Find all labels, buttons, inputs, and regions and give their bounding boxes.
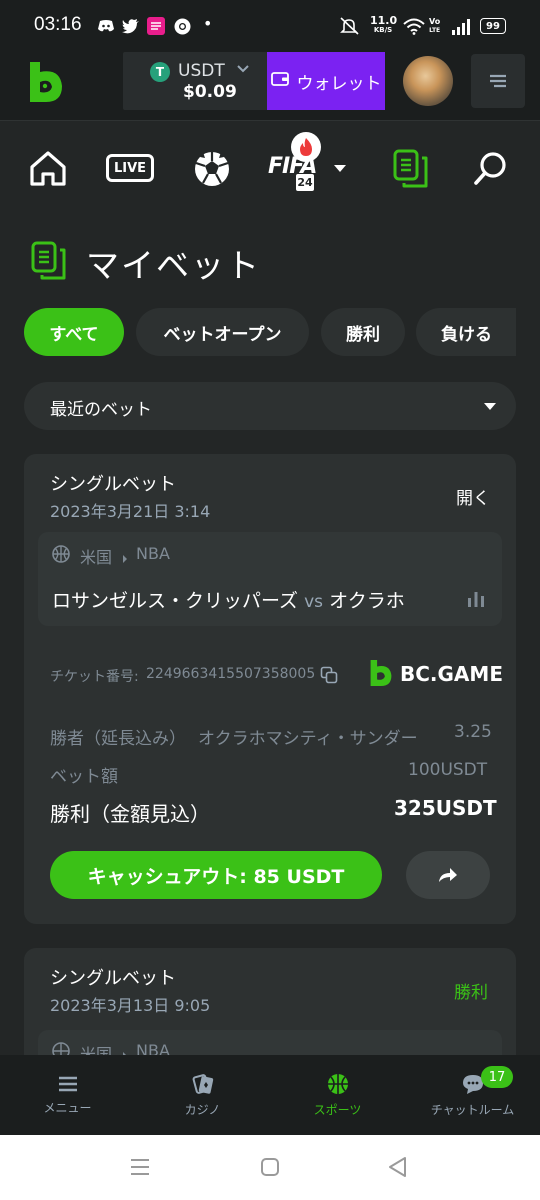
soccer-ball-icon[interactable]	[192, 149, 232, 189]
bet-card: シングルベット 2023年3月21日 3:14 開く 米国 NBA ロサンゼルス…	[24, 454, 516, 924]
select-caret-icon	[482, 398, 498, 414]
search-icon[interactable]	[472, 150, 510, 188]
live-label: LIVE	[113, 160, 147, 176]
volte-top: Vo	[429, 17, 441, 26]
home-icon[interactable]	[28, 150, 68, 188]
bet-status-open[interactable]: 開く	[456, 484, 490, 509]
network-speed: 11.0 KB/S	[370, 14, 398, 35]
basketball-icon	[327, 1073, 348, 1094]
payout-label: 勝利（金額見込）	[50, 802, 210, 826]
wallet-button[interactable]: ウォレット	[267, 52, 385, 110]
menu-lines-icon	[490, 74, 506, 88]
bet-type: シングルベット	[50, 968, 176, 989]
live-button[interactable]: LIVE	[106, 154, 154, 182]
volte-indicator: Vo LTE	[429, 17, 440, 35]
odds-value: 3.25	[454, 722, 492, 742]
balance-amount: $0.09	[183, 82, 237, 102]
payout-value: 325USDT	[394, 796, 497, 820]
bottom-nav-label: メニュー	[43, 1100, 92, 1115]
bottom-nav-menu[interactable]: メニュー	[0, 1055, 135, 1135]
team-home: ロサンゼルス・クリッパーズ	[52, 590, 299, 612]
filter-all[interactable]: すべて	[24, 308, 124, 356]
vs-label: vs	[304, 592, 324, 612]
bet-date: 2023年3月13日 9:05	[50, 996, 211, 1015]
match-teams: ロサンゼルス・クリッパーズ vs オクラホ	[52, 586, 456, 614]
my-bets-icon[interactable]	[392, 148, 430, 190]
network-speed-unit: KB/S	[373, 26, 393, 34]
stake-value: 100USDT	[408, 760, 488, 780]
home-circle-icon[interactable]	[259, 1156, 281, 1178]
bc-game-brand-logo-icon	[368, 658, 394, 688]
bottom-nav-label: スポーツ	[313, 1102, 362, 1117]
fifa-year: 24	[296, 174, 314, 191]
bottom-nav-casino[interactable]: カジノ	[135, 1055, 270, 1135]
league-name: NBA	[136, 544, 170, 563]
bc-game-logo-icon[interactable]	[26, 60, 66, 104]
filter-open-bets[interactable]: ベットオープン	[136, 308, 309, 356]
wifi-icon	[402, 16, 426, 36]
market-name: 勝者（延長込み）	[50, 729, 186, 749]
selection-name: オクラホマシティ・サンダー	[198, 729, 418, 749]
cashout-label: キャッシュアウト: 85 USDT	[87, 865, 345, 888]
team-away: オクラホ	[329, 590, 405, 612]
chat-unread-badge: 17	[481, 1066, 513, 1088]
breadcrumb-arrow-icon	[121, 549, 129, 563]
battery-icon: 99	[480, 18, 506, 34]
casino-icon	[192, 1073, 213, 1094]
copy-icon[interactable]	[320, 666, 338, 684]
app-notification-icon	[146, 16, 166, 36]
bet-date: 2023年3月21日 3:14	[50, 502, 211, 521]
wallet-label: ウォレット	[296, 73, 382, 94]
volte-bottom: LTE	[429, 27, 441, 34]
bet-status-won: 勝利	[454, 983, 488, 1003]
recent-bets-select-value: 最近のベット	[50, 400, 152, 420]
status-bar: 03:16 • 11.0 KB/S Vo LTE 99	[0, 0, 540, 52]
usdt-coin-icon: T	[150, 62, 170, 82]
event-box[interactable]: 米国 NBA ロサンゼルス・クリッパーズ vs オクラホ	[38, 532, 502, 626]
status-time: 03:16	[34, 14, 82, 35]
stake-label: ベット額	[50, 767, 118, 787]
currency-label: USDT	[178, 61, 225, 81]
hot-fire-icon	[291, 132, 321, 162]
ticket-label: チケット番号:	[50, 669, 139, 685]
fifa-dropdown-caret-icon[interactable]	[332, 160, 348, 176]
discord-icon	[96, 16, 116, 36]
signal-icon	[450, 16, 472, 36]
ticket-number: 2249663415507358005	[146, 666, 316, 682]
menu-toggle-button[interactable]	[471, 54, 525, 108]
page-title-bets-icon	[30, 240, 68, 282]
filter-lost[interactable]: 負ける	[416, 308, 516, 356]
currency-chevron-down-icon[interactable]	[236, 60, 250, 78]
recent-apps-icon[interactable]	[128, 1157, 152, 1177]
share-arrow-icon	[439, 868, 457, 882]
mute-icon	[339, 16, 363, 36]
share-button[interactable]	[406, 851, 490, 899]
twitter-icon	[121, 16, 141, 36]
menu-icon	[58, 1076, 77, 1091]
cashout-button[interactable]: キャッシュアウト: 85 USDT	[50, 851, 382, 899]
basketball-icon	[52, 545, 70, 563]
bet-card: シングルベット 2023年3月13日 9:05 勝利 米国 NBA	[24, 948, 516, 1070]
bet-type: シングルベット	[50, 474, 176, 495]
brand-name: BC.GAME	[400, 662, 503, 686]
avatar[interactable]	[403, 56, 453, 106]
back-icon[interactable]	[386, 1155, 410, 1179]
bottom-nav-label: チャットルーム	[430, 1102, 515, 1117]
text-fade	[418, 582, 464, 616]
league-country: 米国	[80, 548, 113, 567]
page-title: マイベット	[86, 246, 261, 285]
filter-won[interactable]: 勝利	[321, 308, 405, 356]
bottom-nav-chat[interactable]: チャットルーム	[405, 1055, 540, 1135]
chrome-icon	[172, 16, 192, 36]
bottom-nav-sports[interactable]: スポーツ	[270, 1055, 405, 1135]
bottom-nav-label: カジノ	[184, 1102, 221, 1117]
recent-bets-select[interactable]: 最近のベット	[24, 382, 516, 430]
wallet-icon	[270, 71, 289, 92]
network-speed-value: 11.0	[370, 14, 398, 27]
stats-bar-icon[interactable]	[466, 590, 486, 608]
status-dot: •	[203, 14, 213, 33]
